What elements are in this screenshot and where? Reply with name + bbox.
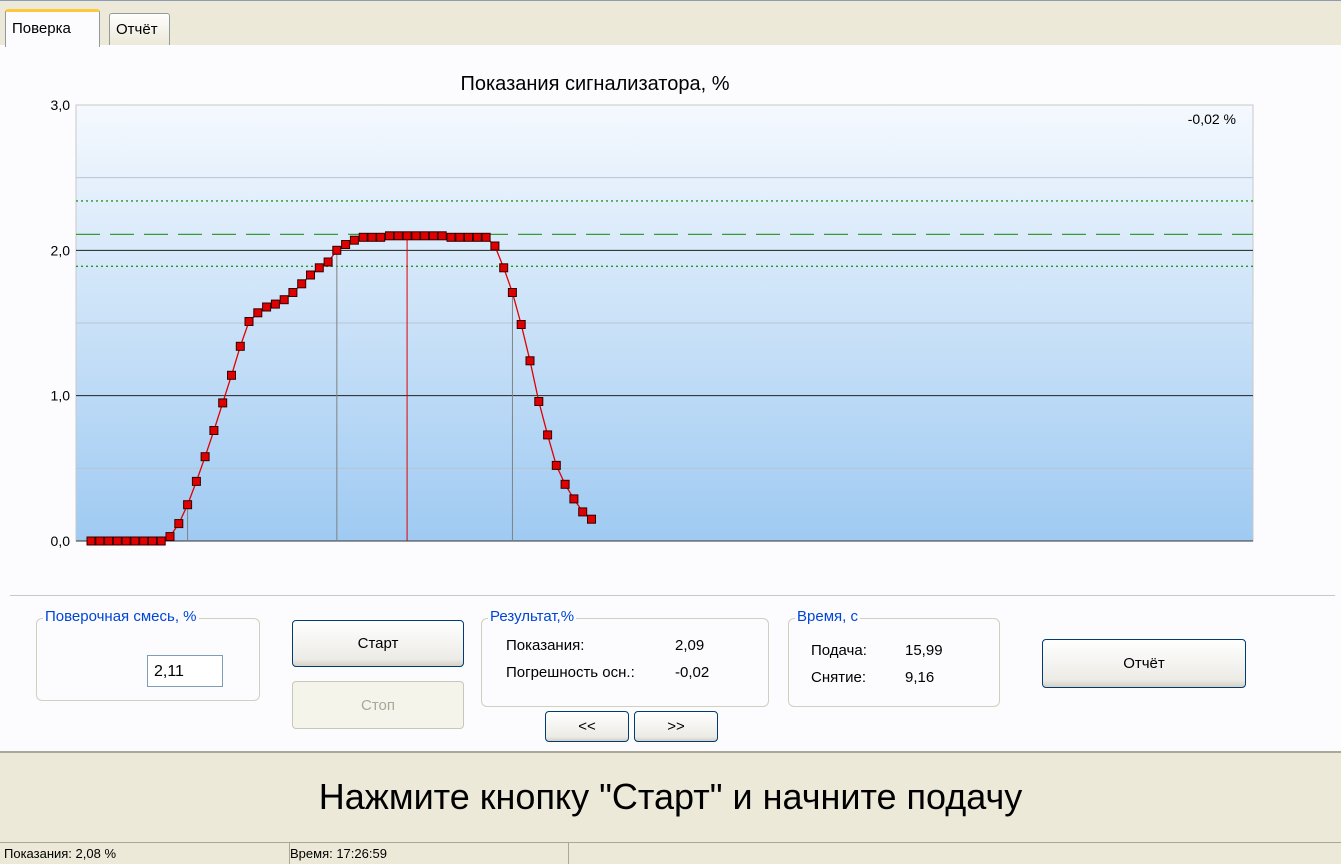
data-point xyxy=(244,317,254,326)
data-point xyxy=(385,231,394,241)
error-label: Погрешность осн.: xyxy=(506,664,635,681)
y-tick-label: 1,0 xyxy=(51,388,71,404)
data-point xyxy=(446,232,456,242)
data-point xyxy=(349,235,359,245)
data-point xyxy=(288,288,298,297)
data-point xyxy=(130,536,140,546)
data-point xyxy=(525,356,535,366)
data-point xyxy=(587,514,596,524)
removal-value: 9,16 xyxy=(905,669,935,686)
data-point xyxy=(402,231,412,241)
error-value: -0,02 xyxy=(675,664,710,681)
chart-annotation: -0,02 % xyxy=(1188,111,1236,127)
data-point xyxy=(297,279,307,289)
start-button[interactable]: Старт xyxy=(292,620,464,667)
data-point xyxy=(428,231,438,241)
data-point xyxy=(367,232,377,242)
supply-value: 15,99 xyxy=(905,642,943,659)
data-point xyxy=(464,232,473,242)
data-point xyxy=(534,397,544,406)
next-button[interactable]: >> xyxy=(634,711,718,742)
data-point xyxy=(332,245,342,255)
separator xyxy=(10,595,1335,596)
instruction-message: Нажмите кнопку "Старт" и начните подачу xyxy=(318,776,1023,817)
data-point xyxy=(104,536,114,546)
data-point xyxy=(279,295,289,305)
data-point xyxy=(420,231,430,241)
data-point xyxy=(341,240,351,249)
data-point xyxy=(209,426,219,435)
data-point xyxy=(481,232,491,242)
data-point xyxy=(218,398,228,408)
data-point xyxy=(270,299,280,309)
data-point xyxy=(411,231,421,241)
data-point xyxy=(156,536,166,546)
reading-label: Показания: xyxy=(506,637,585,654)
tab-poverka[interactable]: Поверка xyxy=(5,9,100,47)
time-group: Время, с Подача: 15,99 Снятие: 9,16 xyxy=(788,608,1000,707)
reading-value: 2,09 xyxy=(675,637,705,654)
data-point xyxy=(455,232,465,242)
data-point xyxy=(306,270,315,280)
data-point xyxy=(235,341,245,351)
data-point xyxy=(200,452,210,462)
data-point xyxy=(174,519,184,529)
data-point xyxy=(516,320,526,329)
verification-panel: Показания сигнализатора, % 0,0 1,0 2,0 3,0 … xyxy=(0,45,1341,751)
verify-mix-group: Поверочная смесь, % 2,11 xyxy=(36,608,260,701)
result-group: Результат,% Показания: 2,09 Погрешность … xyxy=(481,608,769,707)
data-point xyxy=(376,232,386,242)
verify-mix-input[interactable]: 2,11 xyxy=(147,655,223,687)
data-point xyxy=(551,460,561,470)
data-point xyxy=(569,494,579,504)
data-point xyxy=(262,302,272,312)
readings-chart: 0,0 1,0 2,0 3,0 -0,02 % xyxy=(51,97,1254,549)
result-title: Результат,% xyxy=(488,608,577,625)
data-point xyxy=(499,263,509,273)
data-point xyxy=(490,241,500,251)
data-point xyxy=(578,507,588,517)
data-point xyxy=(323,257,333,267)
data-point xyxy=(253,308,263,318)
data-point xyxy=(121,536,131,546)
chart-title: Показания сигнализатора, % xyxy=(460,73,730,95)
data-point xyxy=(191,476,201,486)
tab-report[interactable]: Отчёт xyxy=(109,13,170,45)
data-point xyxy=(472,232,482,242)
data-point xyxy=(358,232,368,242)
prev-button[interactable]: << xyxy=(545,711,629,742)
data-point xyxy=(95,536,105,546)
verify-mix-title: Поверочная смесь, % xyxy=(43,608,199,625)
data-point xyxy=(139,536,149,546)
data-point xyxy=(165,532,175,542)
data-point xyxy=(543,430,553,440)
data-point xyxy=(437,231,447,241)
status-bar: Показания: 2,08 % Время: 17:26:59 xyxy=(0,842,1341,864)
tab-bar: Поверка Отчёт xyxy=(0,0,1341,47)
data-point xyxy=(148,536,157,546)
supply-label: Подача: xyxy=(811,642,867,659)
removal-label: Снятие: xyxy=(811,669,866,686)
status-time: Время: 17:26:59 xyxy=(286,843,569,864)
data-point xyxy=(112,536,122,546)
data-point xyxy=(507,288,517,297)
time-title: Время, с xyxy=(795,608,860,625)
footer-separator xyxy=(0,751,1341,753)
y-tick-label: 0,0 xyxy=(51,533,71,549)
data-point xyxy=(227,370,236,380)
report-button[interactable]: Отчёт xyxy=(1042,639,1246,688)
y-tick-label: 3,0 xyxy=(51,97,71,113)
status-readings: Показания: 2,08 % xyxy=(0,843,290,864)
data-point xyxy=(560,479,570,489)
data-point xyxy=(86,536,96,546)
y-tick-label: 2,0 xyxy=(51,242,71,258)
data-point xyxy=(393,231,403,241)
data-point xyxy=(183,500,193,510)
stop-button[interactable]: Стоп xyxy=(292,681,464,729)
data-point xyxy=(314,263,324,273)
